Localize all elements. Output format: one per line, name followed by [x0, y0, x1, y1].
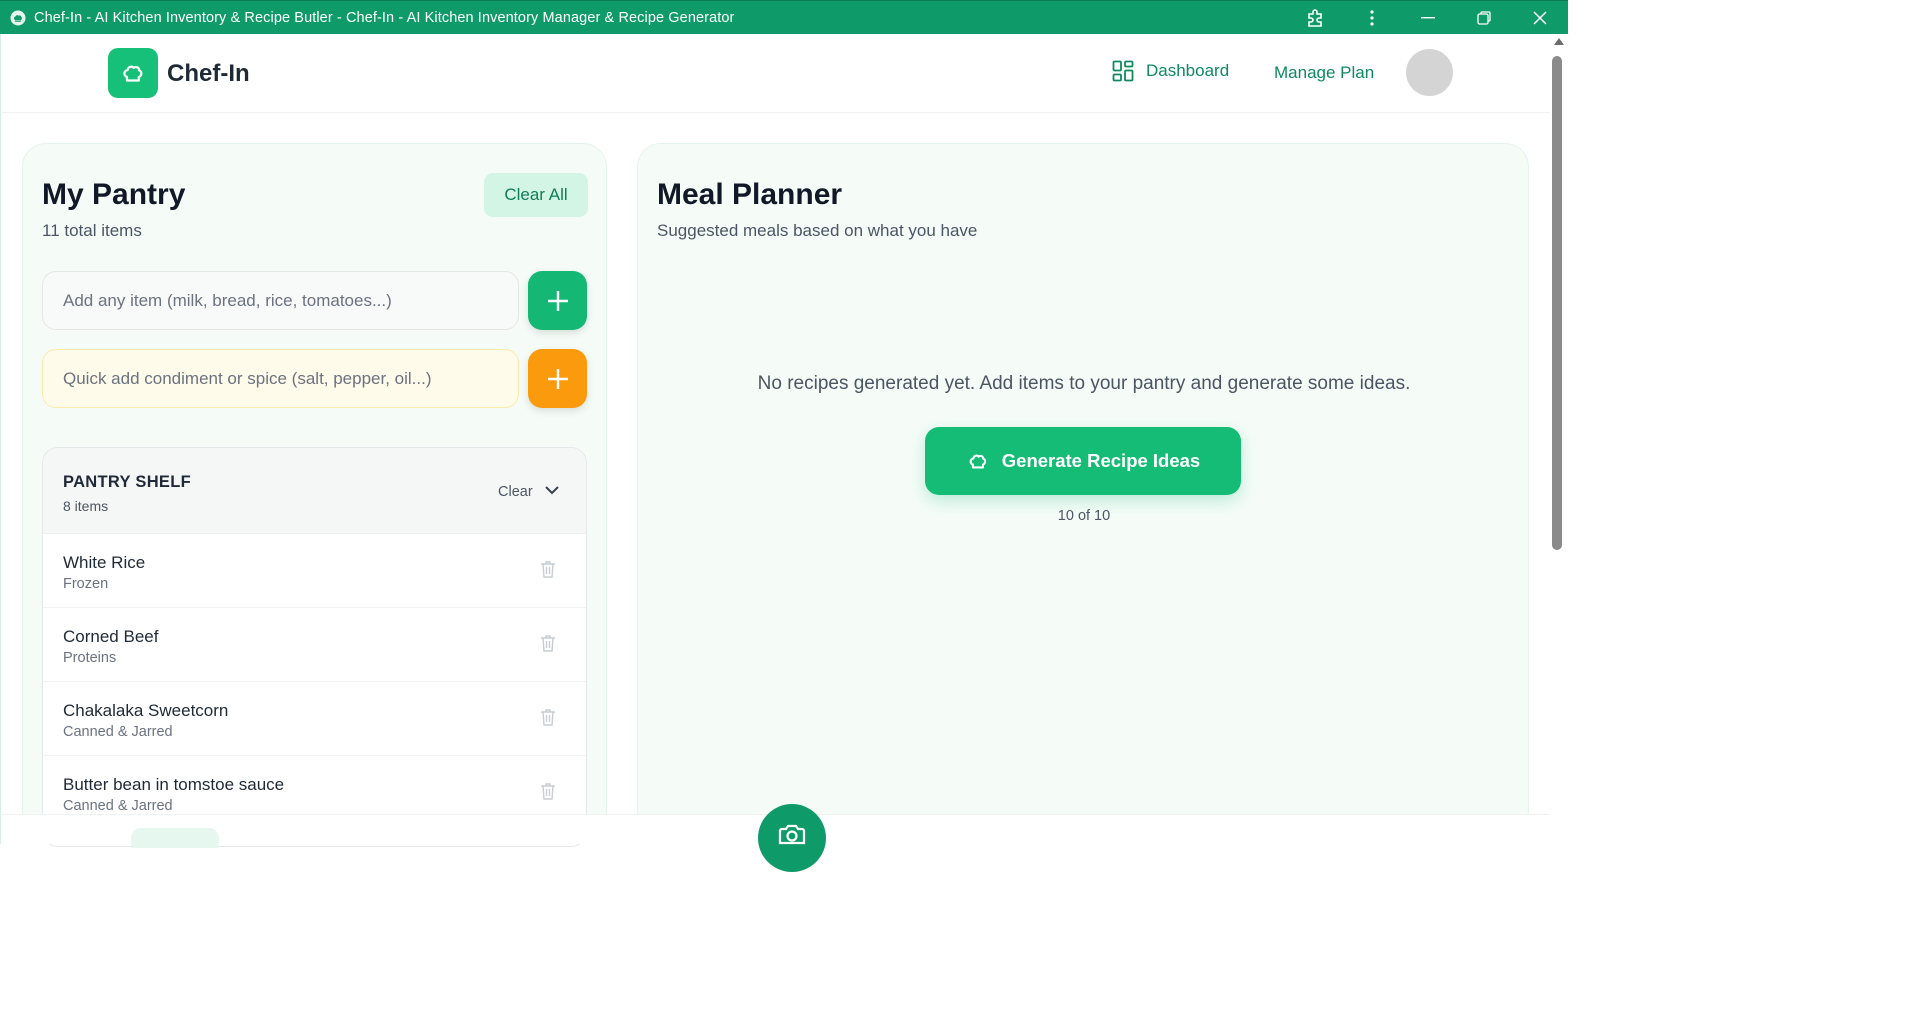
minimize-icon[interactable] — [1400, 1, 1456, 35]
scrollbar[interactable] — [1550, 34, 1568, 844]
avatar[interactable] — [1406, 49, 1453, 96]
bottom-tab-active[interactable] — [131, 828, 219, 848]
generation-quota: 10 of 10 — [1057, 508, 1111, 524]
nav-manage-plan[interactable]: Manage Plan — [1274, 63, 1374, 83]
item-category: Canned & Jarred — [63, 724, 173, 740]
chef-hat-icon — [969, 454, 986, 469]
planner-subtitle: Suggested meals based on what you have — [657, 221, 978, 240]
extensions-icon[interactable] — [1288, 1, 1344, 35]
generate-recipes-button[interactable]: Generate Recipe Ideas — [925, 427, 1241, 495]
add-spice-button[interactable] — [528, 349, 587, 408]
brand-name: Chef-In — [167, 60, 250, 87]
trash-icon[interactable] — [540, 708, 556, 731]
shelf-header[interactable]: PANTRY SHELF 8 items Clear — [43, 448, 586, 534]
trash-icon[interactable] — [540, 782, 556, 805]
item-name: Corned Beef — [63, 627, 159, 646]
item-category: Canned & Jarred — [63, 798, 173, 814]
chevron-down-icon[interactable] — [543, 481, 561, 504]
scroll-thumb[interactable] — [1552, 56, 1562, 550]
nav-dashboard-label: Dashboard — [1146, 61, 1230, 80]
trash-icon[interactable] — [540, 560, 556, 583]
pantry-title: My Pantry — [42, 178, 186, 211]
window-titlebar: Chef-In - AI Kitchen Inventory & Recipe … — [0, 0, 1568, 34]
clear-all-button[interactable]: Clear All — [484, 173, 588, 217]
logo[interactable] — [108, 48, 158, 98]
nav-dashboard[interactable]: Dashboard — [1112, 60, 1229, 82]
close-icon[interactable] — [1512, 1, 1568, 35]
item-category: Proteins — [63, 650, 117, 666]
pantry-total: 11 total items — [42, 221, 142, 240]
plus-icon — [547, 368, 568, 389]
item-name: Chakalaka Sweetcorn — [63, 701, 229, 720]
add-item-placeholder: Add any item (milk, bread, rice, tomatoe… — [63, 290, 392, 310]
dashboard-icon — [1112, 60, 1134, 82]
list-item[interactable]: White Rice Frozen — [43, 534, 586, 608]
spice-input[interactable]: Quick add condiment or spice (salt, pepp… — [42, 349, 519, 408]
meal-planner-card: Meal Planner Suggested meals based on wh… — [637, 143, 1529, 833]
camera-button[interactable] — [758, 804, 826, 872]
chef-hat-icon — [123, 65, 143, 82]
shelf-count: 8 items — [63, 498, 109, 514]
pantry-shelf: PANTRY SHELF 8 items Clear White Rice Fr… — [42, 447, 587, 847]
empty-state-message: No recipes generated yet. Add items to y… — [757, 373, 1411, 394]
generate-label: Generate Recipe Ideas — [1001, 450, 1201, 471]
trash-icon[interactable] — [540, 634, 556, 657]
item-name: Butter bean in tomstoe sauce — [63, 775, 285, 794]
list-item[interactable]: Chakalaka Sweetcorn Canned & Jarred — [43, 682, 586, 756]
scroll-up-icon[interactable] — [1554, 38, 1564, 45]
chef-hat-icon — [9, 9, 27, 27]
shelf-title: PANTRY SHELF — [63, 473, 191, 491]
planner-title: Meal Planner — [657, 178, 843, 211]
item-name: White Rice — [63, 553, 146, 572]
list-item[interactable]: Corned Beef Proteins — [43, 608, 586, 682]
add-item-button[interactable] — [528, 271, 587, 330]
restore-icon[interactable] — [1456, 1, 1512, 35]
camera-icon — [778, 824, 806, 845]
shelf-clear-button[interactable]: Clear — [498, 484, 533, 500]
plus-icon — [547, 290, 568, 311]
more-options-icon[interactable] — [1344, 1, 1400, 35]
spice-placeholder: Quick add condiment or spice (salt, pepp… — [63, 368, 432, 388]
window-controls — [1288, 1, 1568, 35]
item-category: Frozen — [63, 576, 109, 592]
window-title: Chef-In - AI Kitchen Inventory & Recipe … — [34, 9, 735, 26]
pantry-card: My Pantry 11 total items Clear All Add a… — [22, 143, 607, 847]
app-header: Chef-In Dashboard Manage Plan — [0, 34, 1550, 113]
add-item-input[interactable]: Add any item (milk, bread, rice, tomatoe… — [42, 271, 519, 330]
